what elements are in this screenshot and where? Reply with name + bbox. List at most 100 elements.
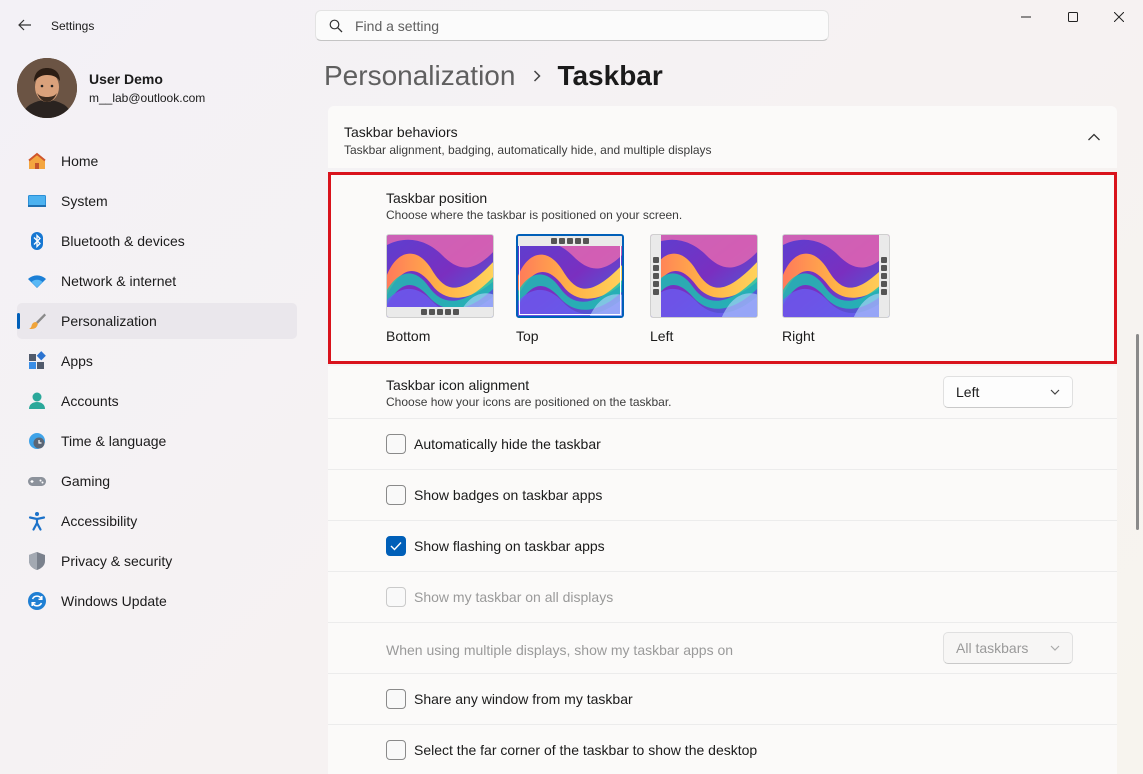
user-profile[interactable]: User Demo m__lab@outlook.com bbox=[17, 58, 205, 118]
sidebar-item-bluetooth[interactable]: Bluetooth & devices bbox=[17, 223, 297, 259]
accessibility-icon bbox=[27, 511, 47, 531]
clock-globe-icon bbox=[27, 431, 47, 451]
multi-display-label: When using multiple displays, show my ta… bbox=[386, 642, 734, 658]
chevron-right-icon bbox=[533, 70, 542, 82]
share-window-row: Share any window from my taskbar bbox=[328, 674, 1117, 725]
position-option-right[interactable]: Right bbox=[782, 234, 894, 344]
sidebar-item-label: Bluetooth & devices bbox=[61, 233, 185, 249]
breadcrumb-parent[interactable]: Personalization bbox=[324, 60, 515, 92]
auto-hide-checkbox[interactable] bbox=[386, 434, 406, 454]
chevron-up-icon[interactable] bbox=[1087, 132, 1101, 142]
checkmark-icon bbox=[390, 542, 402, 551]
all-displays-label: Show my taskbar on all displays bbox=[414, 589, 614, 605]
taskbar-left-preview bbox=[651, 235, 661, 317]
sidebar-item-label: Apps bbox=[61, 353, 93, 369]
sidebar-item-privacy[interactable]: Privacy & security bbox=[17, 543, 297, 579]
far-corner-checkbox[interactable] bbox=[386, 740, 406, 760]
flashing-checkbox[interactable] bbox=[386, 536, 406, 556]
taskbar-position-subtitle: Choose where the taskbar is positioned o… bbox=[386, 208, 683, 222]
title-bar: Settings bbox=[0, 0, 1143, 50]
avatar bbox=[17, 58, 77, 118]
badges-checkbox[interactable] bbox=[386, 485, 406, 505]
multi-display-row: When using multiple displays, show my ta… bbox=[328, 623, 1117, 674]
badges-row: Show badges on taskbar apps bbox=[328, 470, 1117, 521]
sidebar-item-time-language[interactable]: Time & language bbox=[17, 423, 297, 459]
icon-alignment-dropdown[interactable]: Left bbox=[943, 376, 1073, 408]
auto-hide-row: Automatically hide the taskbar bbox=[328, 419, 1117, 470]
sidebar-item-label: Privacy & security bbox=[61, 553, 173, 569]
profile-email: m__lab@outlook.com bbox=[89, 91, 206, 105]
flashing-row: Show flashing on taskbar apps bbox=[328, 521, 1117, 572]
badges-label: Show badges on taskbar apps bbox=[414, 487, 603, 503]
app-title: Settings bbox=[51, 19, 95, 33]
taskbar-position-title: Taskbar position bbox=[386, 190, 488, 206]
shield-icon bbox=[27, 551, 47, 571]
sidebar-item-label: Accounts bbox=[61, 393, 119, 409]
sidebar-item-home[interactable]: Home bbox=[17, 143, 297, 179]
section-subtitle: Taskbar alignment, badging, automaticall… bbox=[344, 143, 712, 157]
sidebar-item-gaming[interactable]: Gaming bbox=[17, 463, 297, 499]
minimize-icon bbox=[1021, 16, 1031, 18]
sidebar-item-label: Windows Update bbox=[61, 593, 167, 609]
chevron-down-icon bbox=[1050, 645, 1060, 651]
minimize-button[interactable] bbox=[1003, 0, 1049, 34]
taskbar-behaviors-header[interactable]: Taskbar behaviors Taskbar alignment, bad… bbox=[328, 106, 1117, 168]
sidebar-item-label: Home bbox=[61, 153, 99, 169]
taskbar-right-preview bbox=[879, 235, 889, 317]
position-option-left[interactable]: Left bbox=[650, 234, 762, 344]
close-button[interactable] bbox=[1096, 0, 1142, 34]
all-displays-checkbox[interactable] bbox=[386, 587, 406, 607]
icon-alignment-row: Taskbar icon alignment Choose how your i… bbox=[328, 366, 1117, 419]
close-icon bbox=[1114, 12, 1124, 22]
sidebar-item-system[interactable]: System bbox=[17, 183, 297, 219]
dropdown-value: All taskbars bbox=[956, 640, 1029, 656]
back-button[interactable] bbox=[12, 13, 38, 37]
maximize-button[interactable] bbox=[1050, 0, 1096, 34]
far-corner-label: Select the far corner of the taskbar to … bbox=[414, 742, 758, 758]
flashing-label: Show flashing on taskbar apps bbox=[414, 538, 605, 554]
wifi-icon bbox=[27, 271, 47, 291]
chevron-down-icon bbox=[1050, 389, 1060, 395]
profile-name: User Demo bbox=[89, 71, 163, 87]
icon-alignment-title: Taskbar icon alignment bbox=[386, 377, 530, 393]
search-icon bbox=[329, 19, 343, 33]
apps-icon bbox=[27, 351, 47, 371]
sidebar-item-label: Network & internet bbox=[61, 273, 177, 289]
wallpaper-thumbnail bbox=[650, 234, 758, 318]
main-content: Taskbar behaviors Taskbar alignment, bad… bbox=[328, 106, 1117, 774]
position-label: Bottom bbox=[386, 328, 431, 344]
position-label: Top bbox=[516, 328, 539, 344]
wallpaper-thumbnail bbox=[516, 234, 624, 318]
sidebar-item-label: Time & language bbox=[61, 433, 167, 449]
sidebar-item-label: Gaming bbox=[61, 473, 111, 489]
sidebar-item-accounts[interactable]: Accounts bbox=[17, 383, 297, 419]
scrollbar[interactable] bbox=[1136, 334, 1139, 530]
sidebar-item-network[interactable]: Network & internet bbox=[17, 263, 297, 299]
position-label: Left bbox=[650, 328, 674, 344]
system-icon bbox=[27, 191, 47, 211]
sidebar-nav: Home System Bluetooth & devices Network … bbox=[17, 143, 297, 623]
position-option-top[interactable]: Top bbox=[516, 234, 628, 344]
sidebar-item-label: Accessibility bbox=[61, 513, 138, 529]
position-option-bottom[interactable]: Bottom bbox=[386, 234, 498, 344]
bluetooth-icon bbox=[27, 231, 47, 251]
icon-alignment-subtitle: Choose how your icons are positioned on … bbox=[386, 395, 672, 409]
update-icon bbox=[27, 591, 47, 611]
sidebar-item-personalization[interactable]: Personalization bbox=[17, 303, 297, 339]
share-window-checkbox[interactable] bbox=[386, 689, 406, 709]
all-displays-row: Show my taskbar on all displays bbox=[328, 572, 1117, 623]
accounts-icon bbox=[27, 391, 47, 411]
sidebar-item-accessibility[interactable]: Accessibility bbox=[17, 503, 297, 539]
search-input[interactable] bbox=[355, 17, 795, 34]
wallpaper-thumbnail bbox=[386, 234, 494, 318]
sidebar-item-label: System bbox=[61, 193, 108, 209]
wallpaper-thumbnail bbox=[782, 234, 890, 318]
sidebar-item-windows-update[interactable]: Windows Update bbox=[17, 583, 297, 619]
position-label: Right bbox=[782, 328, 815, 344]
sidebar-item-apps[interactable]: Apps bbox=[17, 343, 297, 379]
share-window-label: Share any window from my taskbar bbox=[414, 691, 633, 707]
dropdown-value: Left bbox=[956, 384, 980, 400]
auto-hide-label: Automatically hide the taskbar bbox=[414, 436, 601, 452]
search-box[interactable] bbox=[315, 10, 829, 41]
multi-display-dropdown[interactable]: All taskbars bbox=[943, 632, 1073, 664]
